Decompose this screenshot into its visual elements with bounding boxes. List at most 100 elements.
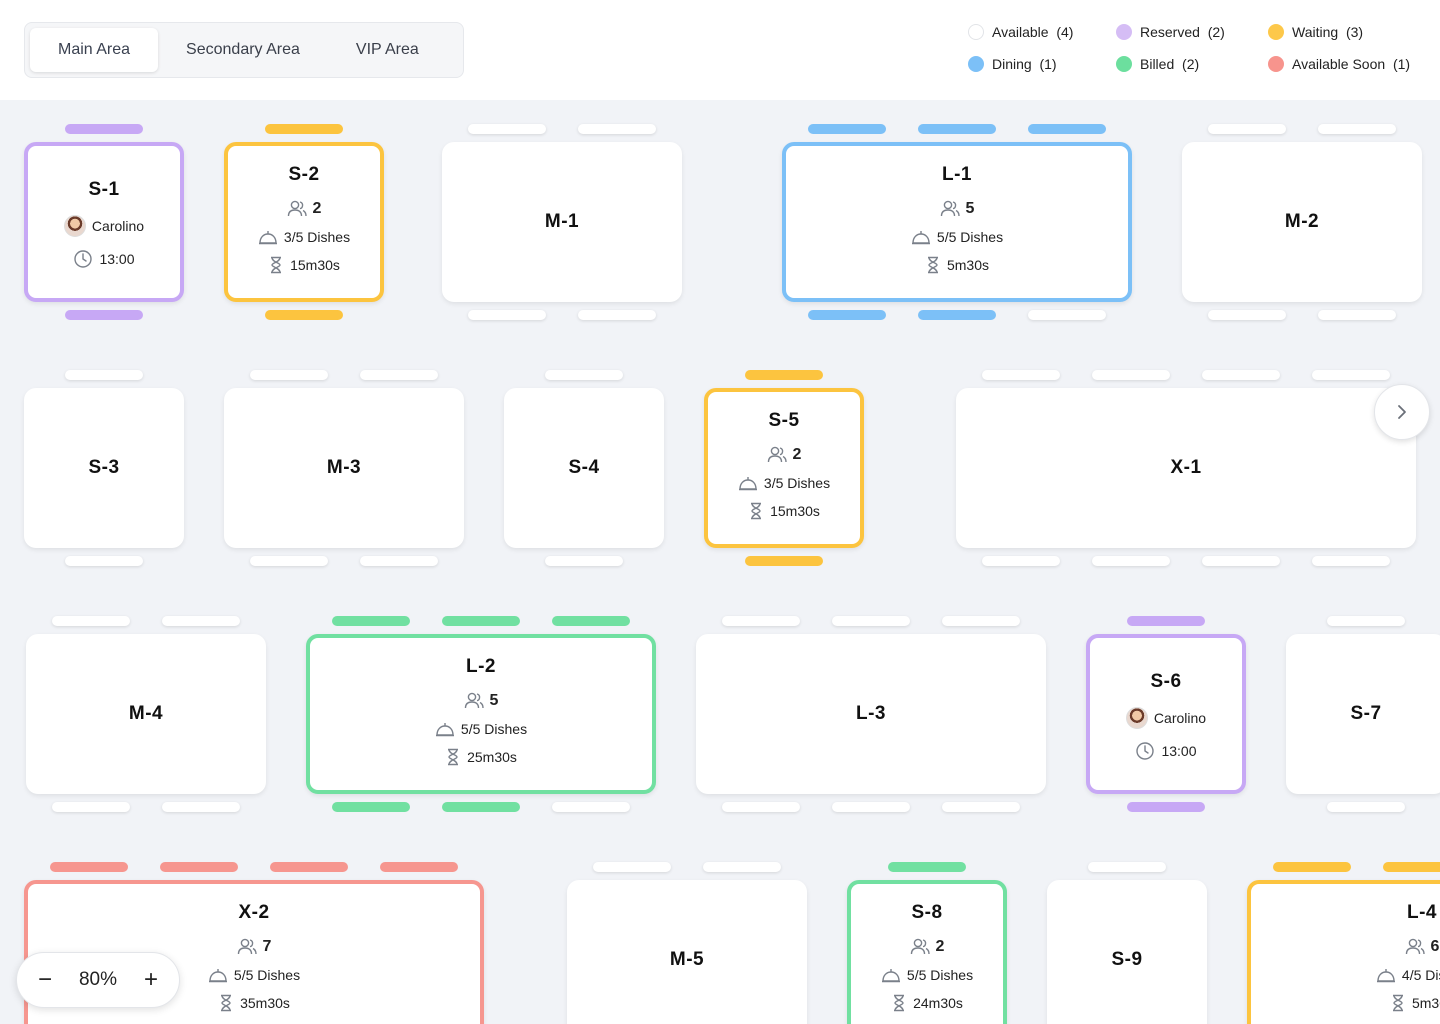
guests-icon [464,692,484,709]
elapsed-timer: 25m30s [445,748,517,766]
table-s-8[interactable]: S-8 2 5/5 Dishes 24m30s [847,880,1007,1024]
chair [918,124,996,134]
tab-secondary-area[interactable]: Secondary Area [158,28,328,72]
guests-icon [1405,938,1425,955]
chair [52,802,130,812]
table-name: X-2 [238,902,270,923]
guest-count-text: 5 [965,200,975,217]
table-s-3[interactable]: S-3 [24,388,184,548]
chair [942,616,1020,626]
table-s-1[interactable]: S-1 Carolino 13:00 [24,142,184,302]
chair [942,802,1020,812]
chair [1327,616,1405,626]
table-s-7[interactable]: S-7 [1286,634,1440,794]
table-m-5[interactable]: M-5 [567,880,807,1024]
guest-count: 2 [910,938,944,956]
chair [160,862,238,872]
chair [442,616,520,626]
table-s-4[interactable]: S-4 [504,388,664,548]
chair [250,556,328,566]
table-l-3[interactable]: L-3 [696,634,1046,794]
chair [1088,862,1166,872]
guest-count-text: 5 [489,692,499,709]
chair [545,370,623,380]
chair [1202,370,1280,380]
guest-count-text: 7 [262,938,272,955]
table-l-4[interactable]: L-4 6 4/5 Dishes 5m30s [1247,880,1440,1024]
chair [65,370,143,380]
guest-count-text: 2 [792,446,802,463]
chair [578,124,656,134]
tab-main-area[interactable]: Main Area [30,28,159,72]
legend-label: Waiting [1292,24,1339,40]
chair [722,802,800,812]
table-s-2[interactable]: S-2 2 3/5 Dishes 15m30s [224,142,384,302]
chair [552,802,630,812]
table-name: M-1 [544,211,580,232]
zoom-out-button[interactable]: − [33,966,57,993]
hourglass-icon [221,994,232,1012]
available-soon-dot-icon [1268,56,1284,72]
hourglass-icon [1392,994,1403,1012]
table-l-1[interactable]: L-1 5 5/5 Dishes 5m30s [782,142,1132,302]
next-page-button[interactable] [1374,384,1430,440]
hourglass-icon [271,256,282,274]
zoom-in-button[interactable]: + [139,966,163,993]
chair [1327,802,1405,812]
chair [1092,370,1170,380]
chair [545,556,623,566]
chair [442,802,520,812]
table-name: M-5 [669,949,705,970]
table-name: X-1 [1170,457,1202,478]
cloche-icon [1376,969,1395,983]
chair [380,862,458,872]
chair [52,616,130,626]
guest-count: 5 [464,692,499,710]
table-x-1[interactable]: X-1 [956,388,1416,548]
timer-text: 35m30s [240,995,290,1011]
timer-text: 25m30s [467,749,517,765]
top-bar: Main Area Secondary Area VIP Area Availa… [0,0,1440,100]
chair [722,616,800,626]
guests-icon [237,938,257,955]
chevron-right-icon [1398,405,1406,419]
table-s-5[interactable]: S-5 2 3/5 Dishes 15m30s [704,388,864,548]
table-m-2[interactable]: M-2 [1182,142,1422,302]
legend-count: (1) [1039,56,1057,72]
chair [65,556,143,566]
elapsed-timer: 5m30s [1390,994,1440,1012]
time-text: 13:00 [99,251,135,267]
chair [162,802,240,812]
chair [65,310,143,320]
chair [360,556,438,566]
time-text: 13:00 [1161,743,1197,759]
guest-name: Carolino [91,218,145,234]
table-name: S-3 [88,457,120,478]
chair [1383,862,1440,872]
legend-dining: Dining (1) [968,56,1057,72]
dish-progress-text: 4/5 Dishes [1401,967,1440,983]
chair [918,310,996,320]
guest-count: 6 [1405,938,1439,956]
dish-progress-text: 5/5 Dishes [936,229,1004,245]
table-m-1[interactable]: M-1 [442,142,682,302]
tab-vip-area[interactable]: VIP Area [328,28,447,72]
dish-progress: 5/5 Dishes [208,966,300,984]
clock-icon [1136,742,1155,760]
table-s-6[interactable]: S-6 Carolino 13:00 [1086,634,1246,794]
waiting-dot-icon [1268,24,1284,40]
table-m-4[interactable]: M-4 [26,634,266,794]
table-name: M-3 [326,457,362,478]
chair [468,124,546,134]
table-m-3[interactable]: M-3 [224,388,464,548]
table-l-2[interactable]: L-2 5 5/5 Dishes 25m30s [306,634,656,794]
chair [50,862,128,872]
guests-icon [767,446,787,463]
table-s-9[interactable]: S-9 [1047,880,1207,1024]
timer-text: 5m30s [946,257,990,273]
cloche-icon [738,477,757,491]
dish-progress: 4/5 Dishes [1376,966,1440,984]
table-name: M-2 [1284,211,1320,232]
timer-text: 15m30s [290,257,340,273]
chair [332,802,410,812]
